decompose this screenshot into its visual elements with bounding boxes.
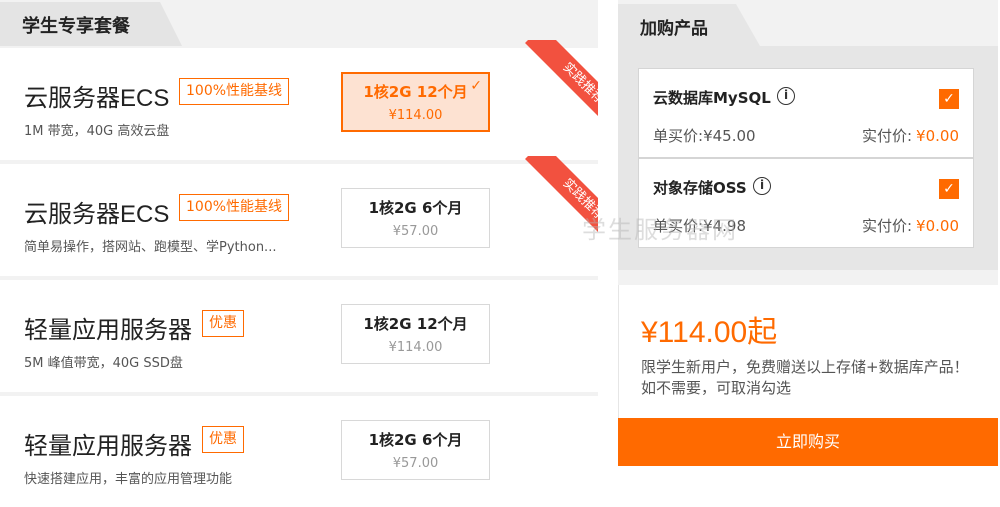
product-desc: 简单易操作，搭网站、跑模型、学Python... <box>24 240 277 255</box>
performance-badge: 100%性能基线 <box>179 194 290 221</box>
product-desc: 快速搭建应用，丰富的应用管理功能 <box>24 472 233 487</box>
total-price: ¥114.00起 <box>641 316 778 349</box>
spec-price: ¥114.00 <box>388 340 443 355</box>
spec-option[interactable]: 1核2G 6个月 ¥57.00 <box>341 188 490 248</box>
addon-panel-title: 加购产品 <box>640 19 708 39</box>
check-icon: ✓ <box>470 78 482 94</box>
recommend-ribbon: 实践推荐 <box>506 40 598 132</box>
unit-price: 单买价:¥45.00 <box>653 127 756 145</box>
spec-label: 1核2G 6个月 <box>368 431 463 449</box>
package-card-light-12m: 轻量应用服务器 优惠 5M 峰值带宽，40G SSD盘 1核2G 12个月 ¥1… <box>0 280 598 392</box>
package-tab: 学生专享套餐 <box>0 0 182 46</box>
package-card-ecs-12m: 云服务器ECS 100%性能基线 1M 带宽，40G 高效云盘 1核2G 12个… <box>0 40 598 160</box>
addon-name: 对象存储OSS <box>653 179 747 197</box>
real-price: 实付价: ¥0.00 <box>861 127 959 145</box>
addon-panel: 加购产品 云数据库MySQL i ✓ 单买价:¥45.00 实付价: ¥0.00 … <box>598 0 1000 507</box>
spec-option[interactable]: 1核2G 6个月 ¥57.00 <box>341 420 490 480</box>
performance-badge: 100%性能基线 <box>179 78 290 105</box>
package-card-ecs-6m: 云服务器ECS 100%性能基线 简单易操作，搭网站、跑模型、学Python..… <box>0 156 598 276</box>
addon-name: 云数据库MySQL <box>653 89 771 107</box>
discount-badge: 优惠 <box>202 426 244 453</box>
spec-price: ¥114.00 <box>388 108 443 123</box>
product-desc: 5M 峰值带宽，40G SSD盘 <box>24 356 183 371</box>
package-card-light-6m: 轻量应用服务器 优惠 快速搭建应用，丰富的应用管理功能 1核2G 6个月 ¥57… <box>0 396 598 507</box>
spec-option-selected[interactable]: 1核2G 12个月 ¥114.00 ✓ <box>341 72 490 132</box>
spec-price: ¥57.00 <box>392 456 439 471</box>
addon-item-mysql: 云数据库MySQL i ✓ 单买价:¥45.00 实付价: ¥0.00 <box>638 68 974 158</box>
spec-label: 1核2G 12个月 <box>363 315 468 333</box>
info-icon[interactable]: i <box>777 87 795 105</box>
info-icon[interactable]: i <box>753 177 771 195</box>
product-name: 云服务器ECS <box>24 201 170 228</box>
package-panel-title: 学生专享套餐 <box>22 16 130 37</box>
discount-badge: 优惠 <box>202 310 244 337</box>
product-name: 云服务器ECS <box>24 85 170 112</box>
watermark: 学生服务器网 <box>582 216 738 244</box>
product-name: 轻量应用服务器 <box>24 433 192 460</box>
buy-now-button[interactable]: 立即购买 <box>618 418 998 466</box>
spec-price: ¥57.00 <box>392 224 439 239</box>
addon-checkbox[interactable]: ✓ <box>939 179 959 199</box>
product-name: 轻量应用服务器 <box>24 317 192 344</box>
real-price: 实付价: ¥0.00 <box>861 217 959 235</box>
promo-note: 限学生新用户，免费赠送以上存储+数据库产品！如不需要，可取消勾选 <box>641 358 969 397</box>
spec-label: 1核2G 6个月 <box>368 199 463 217</box>
addon-checkbox[interactable]: ✓ <box>939 89 959 109</box>
package-panel: 学生专享套餐 云服务器ECS 100%性能基线 1M 带宽，40G 高效云盘 1… <box>0 0 598 507</box>
spec-option[interactable]: 1核2G 12个月 ¥114.00 <box>341 304 490 364</box>
ribbon-label: 实践推荐 <box>525 40 598 132</box>
spec-label: 1核2G 12个月 <box>363 83 468 101</box>
product-desc: 1M 带宽，40G 高效云盘 <box>24 124 170 139</box>
